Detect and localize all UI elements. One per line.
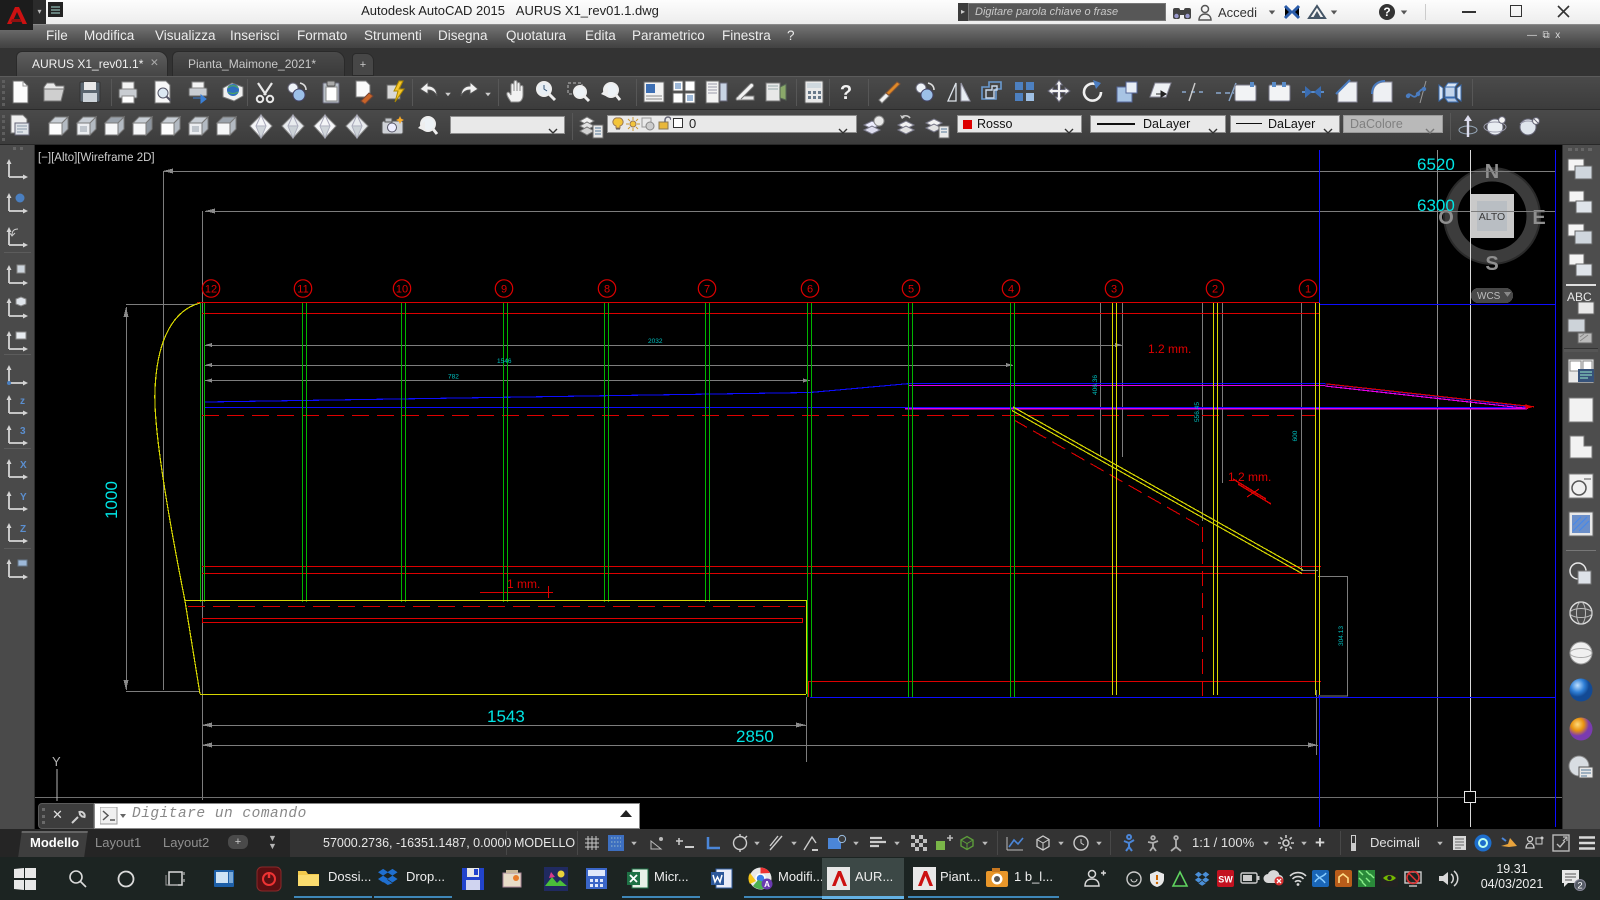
svg-text:6300: 6300: [1417, 196, 1455, 215]
svg-text:1543: 1543: [487, 707, 525, 726]
svg-text:4: 4: [1008, 284, 1014, 296]
svg-text:1 mm.: 1 mm.: [507, 577, 540, 591]
svg-text:7: 7: [704, 284, 710, 296]
svg-text:z: z: [20, 396, 25, 407]
svg-text:6: 6: [807, 284, 813, 296]
svg-text:?: ?: [840, 82, 852, 104]
svg-text:X: X: [20, 460, 27, 471]
svg-text:600: 600: [1292, 430, 1299, 441]
svg-text:1546: 1546: [497, 358, 512, 365]
svg-text:2032: 2032: [648, 338, 663, 345]
svg-text:3: 3: [1111, 284, 1117, 296]
svg-text:304.13: 304.13: [1338, 626, 1345, 646]
svg-text:[−][Alto][Wireframe 2D]: [−][Alto][Wireframe 2D]: [38, 152, 155, 164]
svg-text:2850: 2850: [736, 727, 774, 746]
svg-text:WCS: WCS: [1477, 291, 1501, 302]
svg-text:12: 12: [205, 284, 217, 296]
svg-text:Y: Y: [52, 754, 61, 769]
svg-text:10: 10: [396, 284, 408, 296]
svg-text:S: S: [1485, 253, 1498, 275]
svg-text:782: 782: [448, 374, 459, 381]
svg-text:1: 1: [1305, 284, 1311, 296]
svg-text:9: 9: [501, 284, 507, 296]
svg-text:406.36: 406.36: [1092, 375, 1099, 395]
svg-text:2: 2: [1212, 284, 1218, 296]
svg-text:SW: SW: [1218, 875, 1233, 885]
svg-text:Z: Z: [20, 524, 26, 535]
svg-text:5: 5: [908, 284, 914, 296]
svg-text:11: 11: [297, 284, 308, 296]
svg-text:E: E: [1532, 207, 1545, 229]
svg-text:1.2 mm.: 1.2 mm.: [1228, 470, 1271, 484]
svg-text:8: 8: [604, 284, 610, 296]
svg-text:6520: 6520: [1417, 155, 1455, 174]
svg-text:556.45: 556.45: [1194, 402, 1201, 422]
svg-text:1000: 1000: [102, 481, 121, 519]
svg-text:1.2 mm.: 1.2 mm.: [1148, 342, 1191, 356]
svg-text:?: ?: [1383, 5, 1390, 19]
svg-text:3: 3: [20, 426, 26, 437]
svg-text:Y: Y: [20, 492, 27, 503]
svg-text:ALTO: ALTO: [1479, 211, 1505, 223]
svg-text:2: 2: [1577, 881, 1582, 892]
svg-text:A: A: [764, 880, 770, 889]
